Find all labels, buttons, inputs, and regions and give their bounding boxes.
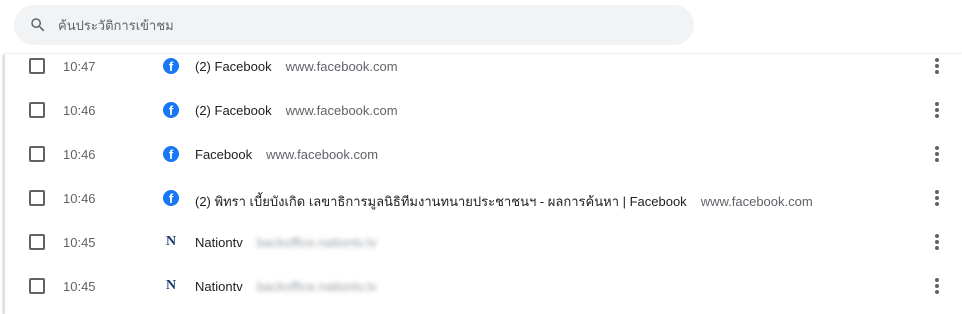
search-input[interactable] (58, 5, 658, 45)
page-domain: backoffice.nationtv.tv (256, 279, 377, 294)
page-title-link[interactable]: (2) พิทรา เบี้ยบังเกิด เลขาธิการมูลนิธิท… (195, 194, 687, 209)
history-row[interactable]: 10:47 f (2) Facebook www.facebook.com (5, 44, 962, 88)
page-title-link[interactable]: Nationtv (195, 235, 243, 250)
search-box[interactable] (14, 5, 694, 45)
more-actions-button[interactable] (925, 274, 949, 298)
facebook-icon: f (163, 102, 179, 118)
visit-time: 10:45 (63, 279, 96, 294)
visit-time: 10:46 (63, 103, 96, 118)
history-row[interactable]: 10:45 N Nationtv backoffice.nationtv.tv (5, 264, 962, 308)
visit-time: 10:47 (63, 59, 96, 74)
page-title-link[interactable]: (2) Facebook (195, 103, 272, 118)
row-checkbox[interactable] (29, 190, 45, 206)
page-title-link[interactable]: (2) Facebook (195, 59, 272, 74)
history-row[interactable]: 10:45 N Nationtv backoffice.nationtv.tv (5, 220, 962, 264)
facebook-icon: f (163, 58, 179, 74)
history-row[interactable]: 10:46 f (2) Facebook www.facebook.com (5, 88, 962, 132)
visit-time: 10:46 (63, 147, 96, 162)
row-checkbox[interactable] (29, 278, 45, 294)
row-title-line: (2) Facebook www.facebook.com (195, 103, 398, 118)
visit-time: 10:46 (63, 191, 96, 206)
row-title-line: Nationtv backoffice.nationtv.tv (195, 235, 377, 250)
row-title-line: Facebook www.facebook.com (195, 147, 378, 162)
history-row[interactable]: 10:46 f Facebook www.facebook.com (5, 132, 962, 176)
nationtv-icon: N (165, 278, 177, 293)
row-title-line: (2) พิทรา เบี้ยบังเกิด เลขาธิการมูลนิธิท… (195, 191, 813, 212)
more-actions-button[interactable] (925, 54, 949, 78)
history-row[interactable]: 10:46 f (2) พิทรา เบี้ยบังเกิด เลขาธิการ… (5, 176, 962, 220)
facebook-icon: f (163, 146, 179, 162)
row-checkbox[interactable] (29, 58, 45, 74)
history-list: 10:47 f (2) Facebook www.facebook.com 10:… (4, 54, 962, 314)
search-icon[interactable] (29, 16, 47, 34)
row-checkbox[interactable] (29, 234, 45, 250)
more-actions-button[interactable] (925, 98, 949, 122)
page-domain: backoffice.nationtv.tv (256, 235, 377, 250)
page-title-link[interactable]: Nationtv (195, 279, 243, 294)
page-domain: www.facebook.com (285, 103, 398, 118)
more-actions-button[interactable] (925, 186, 949, 210)
page-domain: www.facebook.com (285, 59, 398, 74)
more-actions-button[interactable] (925, 142, 949, 166)
page-domain: www.facebook.com (266, 147, 379, 162)
nationtv-icon: N (165, 234, 177, 249)
more-actions-button[interactable] (925, 230, 949, 254)
facebook-icon: f (163, 190, 179, 206)
page-domain: www.facebook.com (700, 194, 813, 209)
page-title-link[interactable]: Facebook (195, 147, 252, 162)
visit-time: 10:45 (63, 235, 96, 250)
row-checkbox[interactable] (29, 146, 45, 162)
row-title-line: (2) Facebook www.facebook.com (195, 59, 398, 74)
row-checkbox[interactable] (29, 102, 45, 118)
row-title-line: Nationtv backoffice.nationtv.tv (195, 279, 377, 294)
